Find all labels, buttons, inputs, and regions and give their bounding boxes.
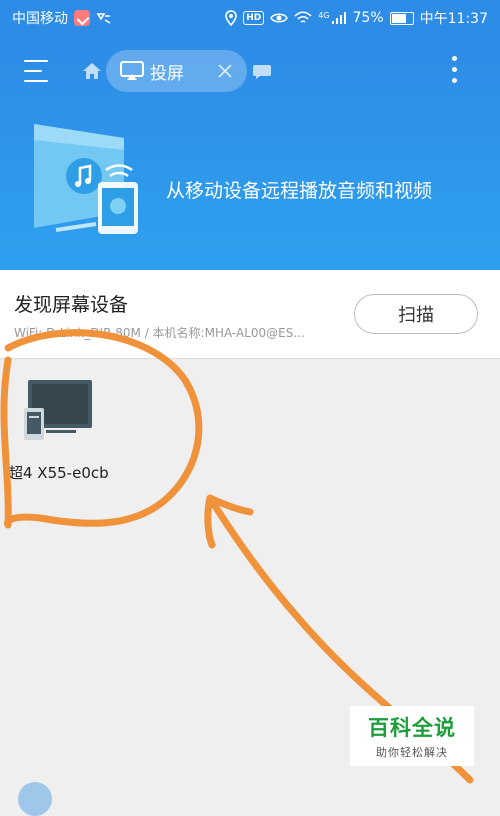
clock: 中午11:37 xyxy=(419,11,488,27)
banner-text: 从移动设备远程播放音频和视频 xyxy=(166,180,433,202)
cast-icon xyxy=(120,61,144,80)
watermark-title: 百科全说 xyxy=(368,716,456,740)
tab-cast[interactable]: 投屏 xyxy=(106,50,247,92)
battery-icon xyxy=(389,11,414,25)
carrier-label: 中国移动 xyxy=(12,11,68,27)
device-item[interactable]: 超4 X55-e0cb xyxy=(8,378,128,488)
hd-badge: HD xyxy=(243,11,265,25)
close-icon[interactable] xyxy=(217,63,233,79)
tab-label: 投屏 xyxy=(150,63,184,84)
app-header: 投屏 从移动设备远程播放音频和视频 xyxy=(0,34,500,270)
more-vertical-icon[interactable] xyxy=(448,56,460,88)
watermark-logo: 百科全说 助你轻松解决 xyxy=(350,706,474,766)
cellular-signal-icon: 4G xyxy=(318,11,346,25)
scan-button[interactable]: 扫描 xyxy=(354,294,478,334)
location-icon xyxy=(225,10,238,26)
avatar xyxy=(18,782,52,816)
watermark-subtitle: 助你轻松解决 xyxy=(376,746,448,759)
notification-icon xyxy=(96,11,112,25)
network-type-label: 4G xyxy=(318,11,330,20)
notification-app-icon xyxy=(74,10,90,26)
status-bar: 中国移动 HD 4G 75% 中午11:37 xyxy=(0,0,500,34)
chat-icon[interactable] xyxy=(252,64,272,80)
menu-icon[interactable] xyxy=(24,60,50,82)
network-info: WiFi: D-Link_DIR-80M / 本机名称:MHA-AL00@ES.… xyxy=(14,326,305,340)
tv-phone-icon xyxy=(24,380,92,440)
device-discovery-panel: 发现屏幕设备 WiFi: D-Link_DIR-80M / 本机名称:MHA-A… xyxy=(0,270,500,359)
eye-icon xyxy=(270,12,289,24)
panel-title: 发现屏幕设备 xyxy=(14,294,129,316)
device-name: 超4 X55-e0cb xyxy=(8,464,109,482)
tv-cast-illustration xyxy=(34,124,138,234)
wifi-icon xyxy=(294,11,312,25)
home-icon[interactable] xyxy=(82,62,102,80)
battery-percent: 75% xyxy=(352,10,384,26)
